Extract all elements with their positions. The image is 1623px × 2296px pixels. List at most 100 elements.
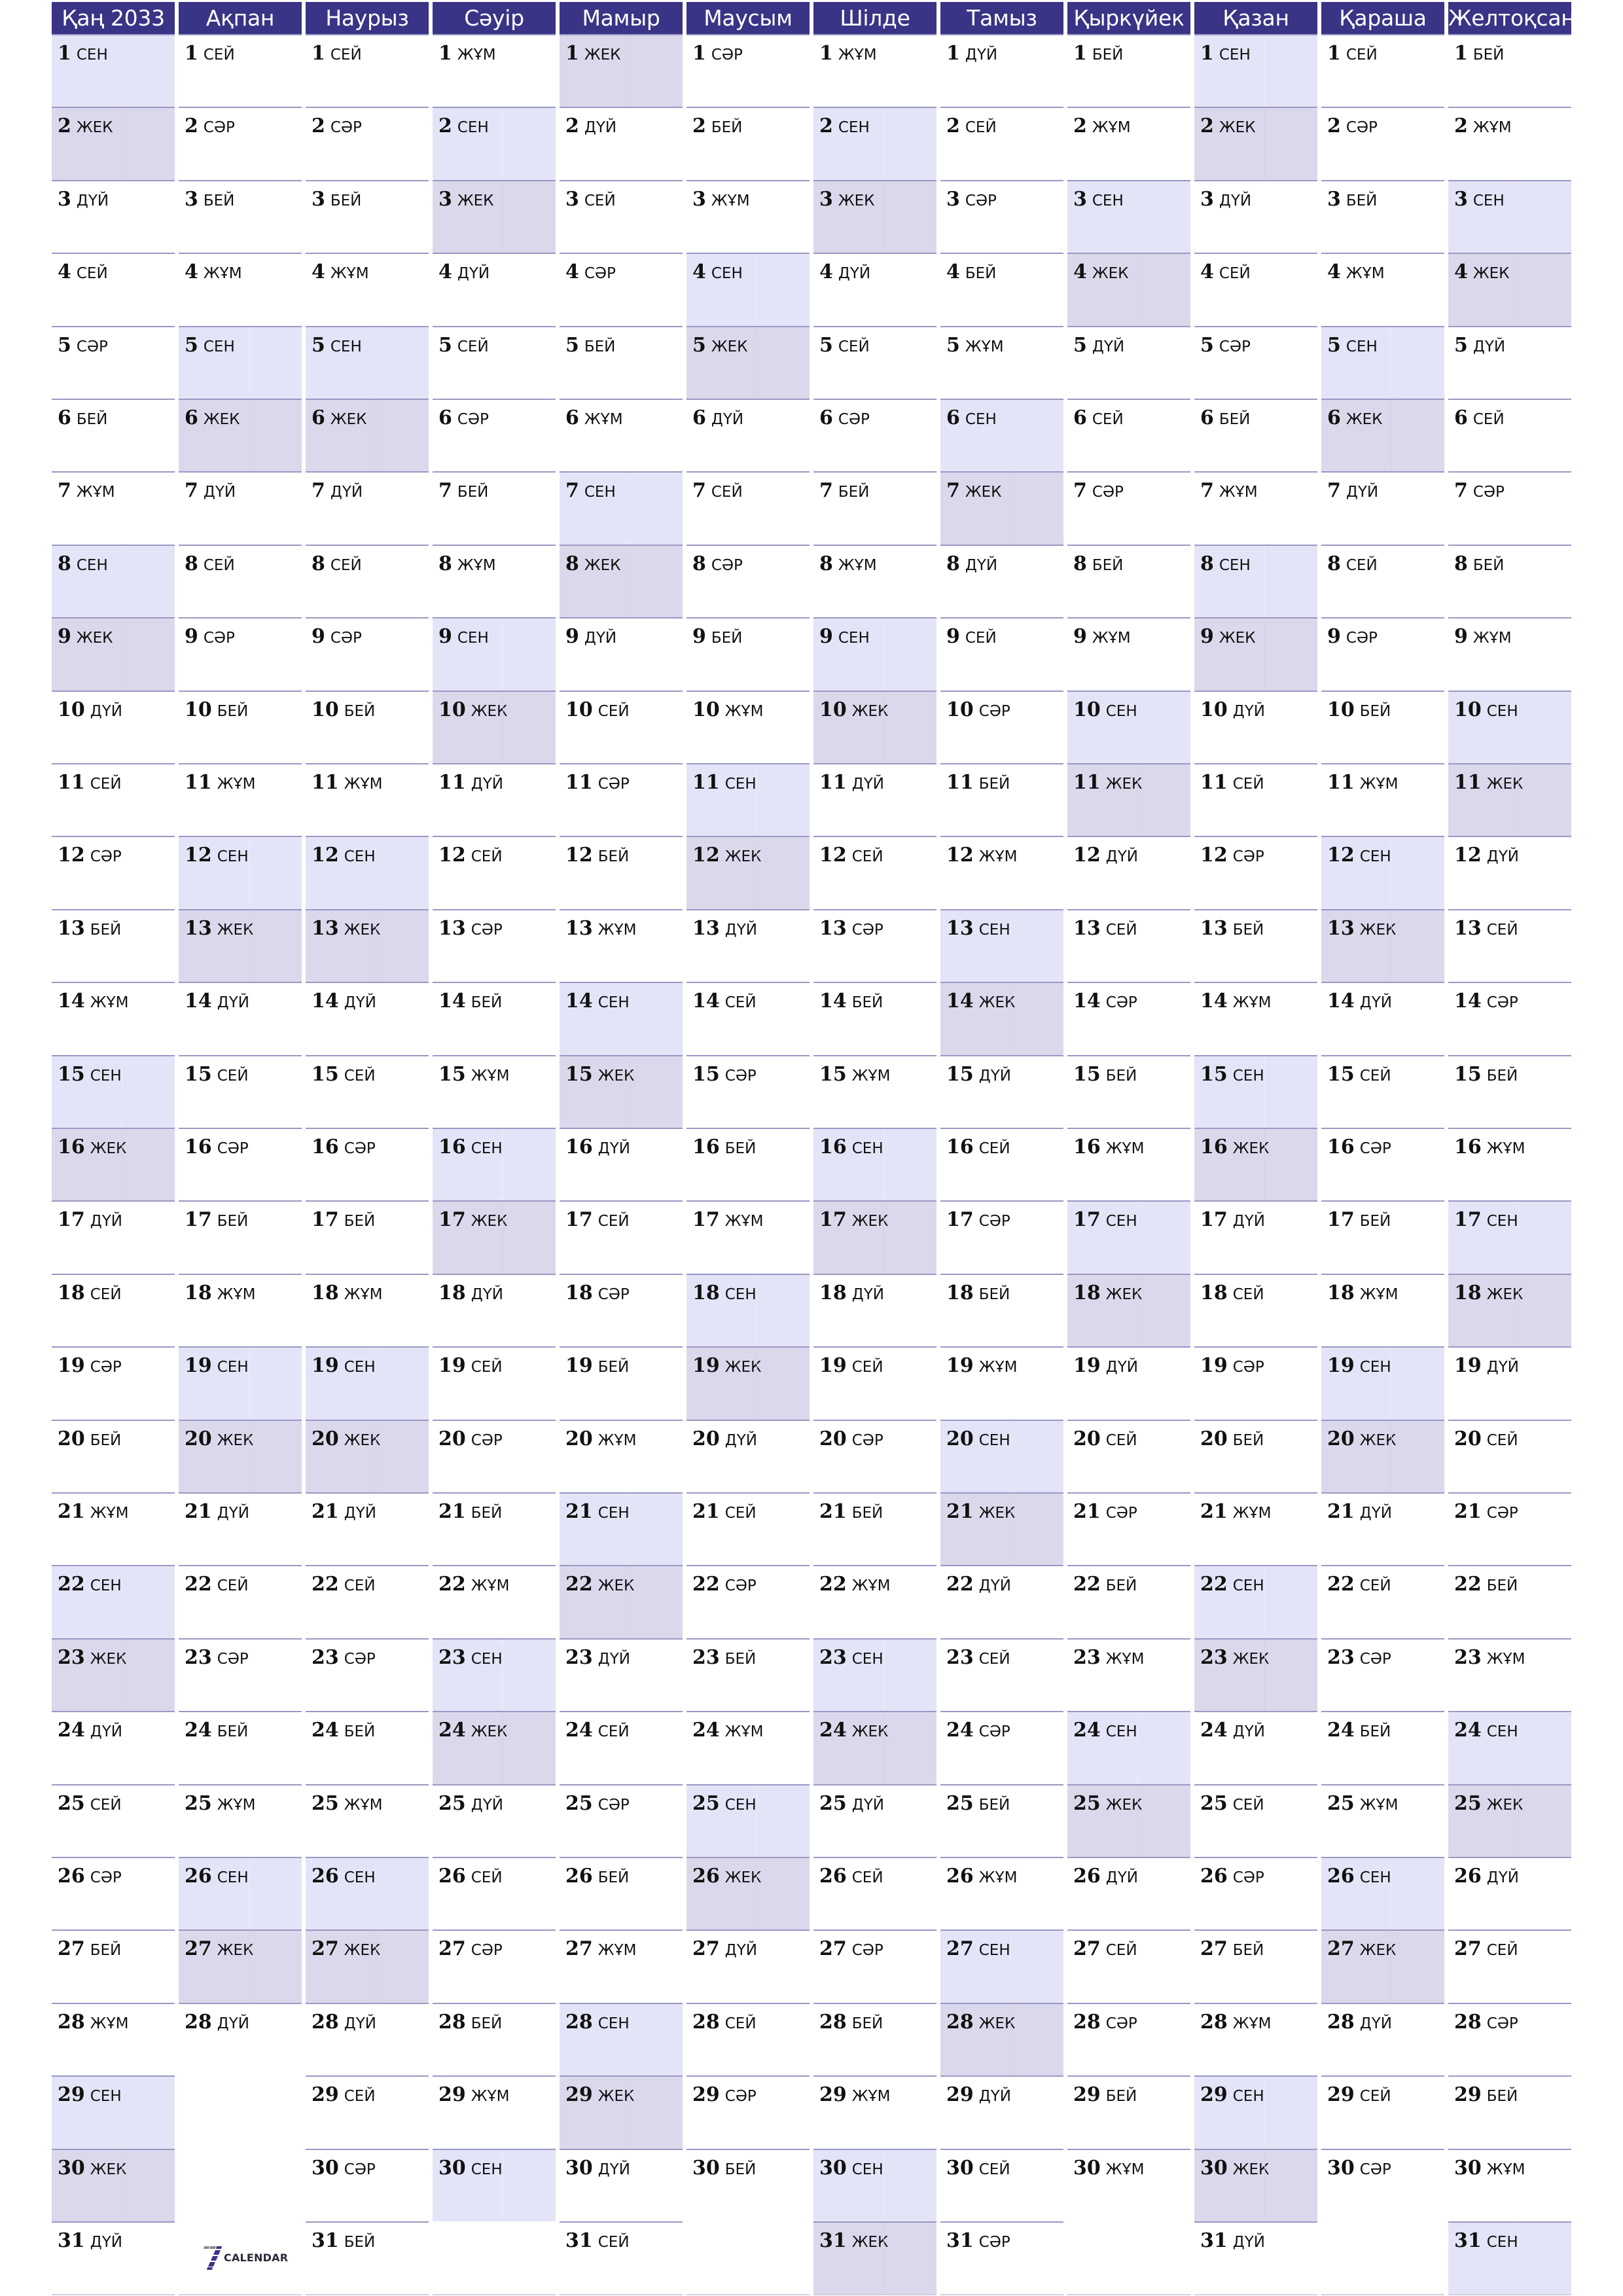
day-cell[interactable]: 5 СӘР: [1194, 325, 1317, 399]
day-cell[interactable]: 1 ДҮЙ: [940, 34, 1063, 107]
day-cell[interactable]: 4 ЖЕК: [1067, 253, 1190, 326]
day-cell[interactable]: 23 ЖЕК: [52, 1638, 175, 1712]
day-cell[interactable]: 12 ЖЕК: [687, 836, 810, 910]
day-cell[interactable]: 21 СӘР: [1067, 1492, 1190, 1566]
day-cell[interactable]: 30 ЖЕК: [1194, 2148, 1317, 2222]
day-cell[interactable]: 8 СЕН: [1194, 544, 1317, 618]
day-cell[interactable]: 9 СЕН: [433, 617, 556, 691]
day-cell[interactable]: 12 СЕН: [179, 836, 302, 910]
day-cell[interactable]: 27 ЖҰМ: [560, 1929, 683, 2003]
day-cell[interactable]: 20 СЕН: [940, 1419, 1063, 1493]
day-cell[interactable]: 10 ДҮЙ: [52, 690, 175, 764]
day-cell[interactable]: 13 СӘР: [433, 908, 556, 982]
day-cell[interactable]: 22 СЕН: [52, 1565, 175, 1639]
day-cell[interactable]: 11 СЕЙ: [52, 763, 175, 836]
day-cell[interactable]: 17 ДҮЙ: [1194, 1200, 1317, 1274]
day-cell[interactable]: 2 СЕН: [433, 107, 556, 181]
day-cell[interactable]: 28 БЕЙ: [813, 2002, 936, 2076]
day-cell[interactable]: 1 БЕЙ: [1067, 34, 1190, 107]
day-cell[interactable]: 22 СЕН: [1194, 1565, 1317, 1639]
day-cell[interactable]: 8 БЕЙ: [1448, 544, 1571, 618]
day-cell[interactable]: 12 СЕЙ: [433, 836, 556, 910]
day-cell[interactable]: 20 ЖЕК: [179, 1419, 302, 1493]
day-cell[interactable]: 10 СЕН: [1448, 690, 1571, 764]
day-cell[interactable]: 24 БЕЙ: [179, 1711, 302, 1784]
day-cell[interactable]: 2 ДҮЙ: [560, 107, 683, 181]
day-cell[interactable]: 22 СӘР: [687, 1565, 810, 1639]
day-cell[interactable]: 7 СӘР: [1067, 471, 1190, 545]
day-cell[interactable]: 28 БЕЙ: [433, 2002, 556, 2076]
day-cell[interactable]: 3 БЕЙ: [1321, 179, 1444, 253]
day-cell[interactable]: 15 СЕЙ: [306, 1054, 429, 1128]
day-cell[interactable]: 6 ЖЕК: [179, 399, 302, 472]
day-cell[interactable]: 3 БЕЙ: [179, 179, 302, 253]
day-cell[interactable]: 21 БЕЙ: [433, 1492, 556, 1566]
day-cell[interactable]: 14 ДҮЙ: [306, 982, 429, 1055]
day-cell[interactable]: 23 ЖЕК: [1194, 1638, 1317, 1712]
day-cell[interactable]: 2 СӘР: [1321, 107, 1444, 181]
day-cell[interactable]: 12 СӘР: [1194, 836, 1317, 910]
day-cell[interactable]: 22 СЕЙ: [306, 1565, 429, 1639]
day-cell[interactable]: 16 СЕН: [813, 1128, 936, 1201]
day-cell[interactable]: 5 СЕЙ: [433, 325, 556, 399]
day-cell[interactable]: 15 СЕН: [1194, 1054, 1317, 1128]
day-cell[interactable]: 18 СЕЙ: [52, 1273, 175, 1347]
day-cell[interactable]: 24 СЕЙ: [560, 1711, 683, 1784]
day-cell[interactable]: 14 БЕЙ: [433, 982, 556, 1055]
day-cell[interactable]: 31 СӘР: [940, 2221, 1063, 2295]
day-cell[interactable]: 5 ДҮЙ: [1448, 325, 1571, 399]
day-cell[interactable]: 17 ЖЕК: [433, 1200, 556, 1274]
day-cell[interactable]: 13 ДҮЙ: [687, 908, 810, 982]
day-cell[interactable]: 4 СЕЙ: [1194, 253, 1317, 326]
day-cell[interactable]: 6 СЕН: [940, 399, 1063, 472]
day-cell[interactable]: 11 СЕН: [687, 763, 810, 836]
day-cell[interactable]: 28 СЕН: [560, 2002, 683, 2076]
day-cell[interactable]: 4 ДҮЙ: [433, 253, 556, 326]
day-cell[interactable]: 23 БЕЙ: [687, 1638, 810, 1712]
day-cell[interactable]: 28 СӘР: [1067, 2002, 1190, 2076]
day-cell[interactable]: 23 ДҮЙ: [560, 1638, 683, 1712]
day-cell[interactable]: 29 ДҮЙ: [940, 2075, 1063, 2149]
day-cell[interactable]: 13 СЕН: [940, 908, 1063, 982]
day-cell[interactable]: 6 ЖЕК: [306, 399, 429, 472]
day-cell[interactable]: 25 ДҮЙ: [813, 1784, 936, 1857]
day-cell[interactable]: 16 СЕН: [433, 1128, 556, 1201]
day-cell[interactable]: 16 ДҮЙ: [560, 1128, 683, 1201]
day-cell[interactable]: 4 СЕН: [687, 253, 810, 326]
day-cell[interactable]: 10 ЖЕК: [813, 690, 936, 764]
day-cell[interactable]: 25 ЖҰМ: [1321, 1784, 1444, 1857]
day-cell[interactable]: 24 БЕЙ: [306, 1711, 429, 1784]
day-cell[interactable]: 19 ДҮЙ: [1067, 1346, 1190, 1420]
day-cell[interactable]: 7 ДҮЙ: [179, 471, 302, 545]
day-cell[interactable]: 20 СӘР: [433, 1419, 556, 1493]
day-cell[interactable]: 28 СӘР: [1448, 2002, 1571, 2076]
day-cell[interactable]: 27 БЕЙ: [52, 1929, 175, 2003]
day-cell[interactable]: 17 СЕН: [1448, 1200, 1571, 1274]
day-cell[interactable]: 25 ЖЕК: [1448, 1784, 1571, 1857]
day-cell[interactable]: 1 СЕН: [52, 34, 175, 107]
day-cell[interactable]: 9 ЖҰМ: [1448, 617, 1571, 691]
day-cell[interactable]: 23 ЖҰМ: [1448, 1638, 1571, 1712]
day-cell[interactable]: 1 СЕН: [1194, 34, 1317, 107]
day-cell[interactable]: 22 ЖҰМ: [433, 1565, 556, 1639]
day-cell[interactable]: 14 СӘР: [1448, 982, 1571, 1055]
day-cell[interactable]: 13 ЖҰМ: [560, 908, 683, 982]
day-cell[interactable]: 6 СӘР: [433, 399, 556, 472]
day-cell[interactable]: 18 ДҮЙ: [433, 1273, 556, 1347]
day-cell[interactable]: 4 ЖҰМ: [179, 253, 302, 326]
day-cell[interactable]: 29 ЖЕК: [560, 2075, 683, 2149]
day-cell[interactable]: 9 СӘР: [179, 617, 302, 691]
day-cell[interactable]: 25 БЕЙ: [940, 1784, 1063, 1857]
day-cell[interactable]: 2 БЕЙ: [687, 107, 810, 181]
day-cell[interactable]: 29 СЕЙ: [306, 2075, 429, 2149]
day-cell[interactable]: 3 СЕЙ: [560, 179, 683, 253]
day-cell[interactable]: 28 ДҮЙ: [179, 2002, 302, 2076]
day-cell[interactable]: 14 ЖҰМ: [1194, 982, 1317, 1055]
day-cell[interactable]: 1 СЕЙ: [306, 34, 429, 107]
day-cell[interactable]: 27 ЖЕК: [1321, 1929, 1444, 2003]
day-cell[interactable]: 11 ЖЕК: [1067, 763, 1190, 836]
day-cell[interactable]: 15 СӘР: [687, 1054, 810, 1128]
day-cell[interactable]: 15 СЕЙ: [179, 1054, 302, 1128]
day-cell[interactable]: 29 БЕЙ: [1067, 2075, 1190, 2149]
day-cell[interactable]: 19 СЕЙ: [813, 1346, 936, 1420]
